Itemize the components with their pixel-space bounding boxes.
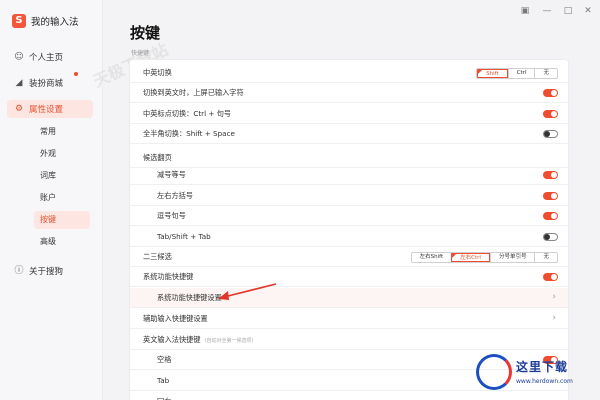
option-left-right-ctrl[interactable]: 左右Ctrl (451, 253, 490, 262)
setting-label: 中英切换 (143, 68, 172, 77)
person-icon: ☺ (14, 52, 24, 62)
option-ctrl[interactable]: Ctrl (507, 69, 535, 78)
setting-switch-en-commit: 切换到英文时，上屏已输入字符 (130, 83, 568, 103)
notification-dot (74, 72, 78, 76)
setting-en-shortcut: 英文输入法快捷键 (自动对全第一候选项) (130, 330, 568, 350)
annotation-arrow-icon (218, 283, 277, 300)
setting-label: Tab/Shift + Tab (157, 232, 211, 241)
minimize-icon[interactable]: — (541, 6, 553, 16)
settings-panel: 中英切换 Shift Ctrl 无 切换到英文时，上屏已输入字符 中英标点切换：… (129, 59, 569, 400)
setting-label-text: 英文输入法快捷键 (143, 335, 201, 344)
nav-item-settings-inner: ⚙ 属性设置 (14, 101, 63, 117)
second-third-selector: 左右Shift 左右Ctrl 分号单引号 无 (410, 252, 558, 263)
toggle-switch[interactable] (543, 192, 558, 200)
setting-label: 空格 (157, 355, 172, 364)
subnav-dictionary[interactable]: 词库 (40, 169, 56, 183)
nav-label: 关于搜狗 (29, 267, 64, 277)
setting-full-half: 全半角切换：Shift + Space (130, 124, 568, 144)
subnav-label: 按键 (40, 215, 56, 224)
subnav-advanced[interactable]: 高级 (40, 235, 56, 249)
option-none[interactable]: 无 (534, 253, 557, 262)
setting-label: 切换到英文时，上屏已输入字符 (143, 88, 244, 97)
toggle-switch[interactable] (543, 233, 558, 241)
nav-item-settings[interactable]: ⚙ 属性设置 (7, 100, 93, 118)
nav-item-store[interactable]: ◢ 装扮商城 (14, 75, 63, 91)
cn-en-switch-selector: Shift Ctrl 无 (476, 68, 558, 79)
setting-comma-period: 逗号句号 (130, 206, 568, 226)
site-logo-url: www.herdown.com (516, 378, 573, 385)
setting-brackets: 左右方括号 (130, 186, 568, 206)
option-left-right-shift[interactable]: 左右Shift (412, 253, 452, 262)
setting-label: 辅助输入快捷键设置 (143, 314, 208, 323)
message-icon[interactable]: ▣ (519, 6, 531, 16)
toggle-switch[interactable] (543, 130, 558, 138)
nav-label: 装扮商城 (29, 79, 64, 89)
site-logo: 这里下载 www.herdown.com (468, 350, 600, 400)
setting-second-third: 二三候选 左右Shift 左右Ctrl 分号单引号 无 (130, 247, 568, 267)
nav-label: 个人主页 (29, 53, 64, 63)
option-none[interactable]: 无 (534, 69, 557, 78)
gear-icon: ⚙ (14, 104, 24, 114)
setting-label: 减号等号 (157, 170, 186, 179)
setting-label: 二三候选 (143, 252, 172, 261)
nav-item-about[interactable]: ⓘ 关于搜狗 (14, 263, 63, 279)
toggle-switch[interactable] (543, 89, 558, 97)
site-logo-circle-icon (476, 354, 512, 390)
toggle-switch[interactable] (543, 110, 558, 118)
setting-label: 逗号句号 (157, 211, 186, 220)
setting-minus-equal: 减号等号 (130, 165, 568, 185)
setting-cn-en-punct: 中英标点切换：Ctrl + 句号 (130, 104, 568, 124)
setting-cn-en-switch: 中英切换 Shift Ctrl 无 (130, 63, 568, 83)
setting-label: 候选翻页 (143, 153, 172, 162)
setting-label: 左右方括号 (157, 191, 193, 200)
site-logo-text: 这里下载 (516, 360, 569, 374)
close-icon[interactable]: ✕ (582, 6, 594, 16)
subnav-appearance[interactable]: 外观 (40, 147, 56, 161)
subnav-common[interactable]: 常用 (40, 125, 56, 139)
toggle-switch[interactable] (543, 171, 558, 179)
shirt-icon: ◢ (15, 78, 23, 88)
subnav-account[interactable]: 账户 (40, 191, 56, 205)
subnav-keys[interactable]: 按键 (34, 211, 90, 229)
option-shift[interactable]: Shift (477, 69, 508, 78)
sogou-logo-icon: S (12, 14, 26, 28)
setting-label: 系统功能快捷键 (143, 272, 194, 281)
setting-tab: Tab/Shift + Tab (130, 227, 568, 247)
chevron-right-icon: › (552, 313, 556, 323)
setting-aux-shortcut[interactable]: 辅助输入快捷键设置 › (130, 309, 568, 329)
setting-sys-shortcut-settings[interactable]: 系统功能快捷键设置 › (130, 288, 568, 308)
setting-label: Tab (157, 376, 170, 385)
setting-label: 中英标点切换：Ctrl + 句号 (143, 109, 232, 118)
setting-sys-shortcut: 系统功能快捷键 (130, 267, 568, 287)
option-semicolon-quote[interactable]: 分号单引号 (489, 253, 535, 262)
chevron-right-icon: › (552, 292, 556, 302)
nav-label: 属性设置 (29, 105, 64, 115)
setting-label: 全半角切换：Shift + Space (143, 129, 235, 138)
sidebar: S 我的输入法 ☺ 个人主页 ◢ 装扮商城 ⚙ 属性设置 常用 外观 词库 账户… (0, 0, 103, 400)
brand-name: 我的输入法 (31, 17, 79, 28)
nav-item-home[interactable]: ☺ 个人主页 (14, 49, 63, 65)
setting-label: 英文输入法快捷键 (自动对全第一候选项) (143, 335, 253, 345)
maximize-icon[interactable]: □ (562, 6, 574, 16)
toggle-switch[interactable] (543, 212, 558, 220)
setting-hint: (自动对全第一候选项) (204, 338, 254, 344)
brand: S 我的输入法 (12, 14, 79, 28)
toggle-switch[interactable] (543, 273, 558, 281)
info-icon: ⓘ (14, 266, 24, 276)
